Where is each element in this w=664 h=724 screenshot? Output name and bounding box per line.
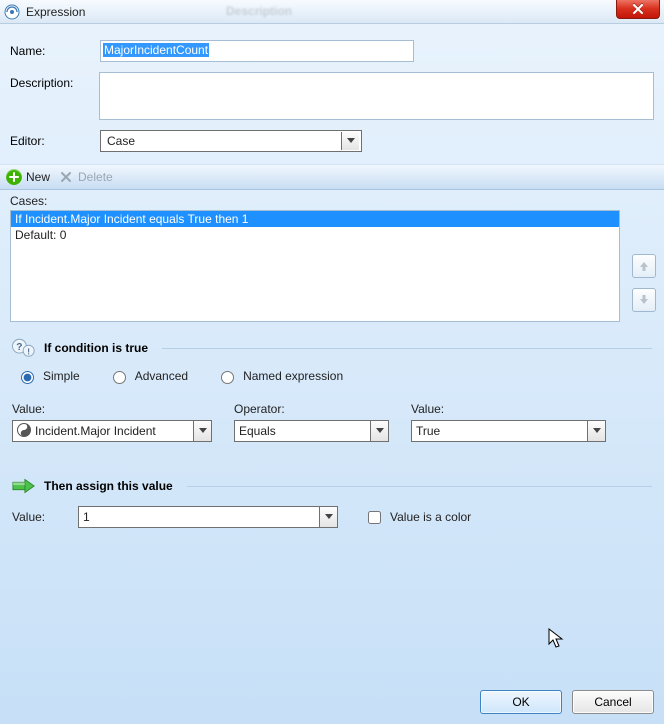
chevron-down-icon — [319, 507, 337, 527]
cond-value-right: True — [416, 424, 440, 438]
arrow-down-icon — [638, 294, 650, 306]
ok-button[interactable]: OK — [480, 690, 562, 714]
case-row[interactable]: Default: 0 — [11, 227, 619, 243]
cond-operator-label: Operator: — [234, 402, 389, 416]
new-button[interactable]: New — [6, 169, 50, 185]
cond-value-left: Incident.Major Incident — [35, 424, 156, 438]
cases-list[interactable]: If Incident.Major Incident equals True t… — [10, 210, 620, 322]
delete-button[interactable]: Delete — [58, 169, 113, 185]
name-input[interactable]: MajorIncidentCount — [100, 40, 414, 62]
yinyang-icon — [17, 423, 31, 440]
cond-value-left-label: Value: — [12, 402, 212, 416]
description-input[interactable] — [99, 72, 654, 120]
editor-select[interactable]: Case — [100, 130, 362, 152]
condition-title: If condition is true — [44, 341, 148, 355]
condition-mode-radios: Simple Advanced Named expression — [16, 368, 652, 384]
assign-title: Then assign this value — [44, 479, 173, 493]
assign-value-select[interactable]: 1 — [78, 506, 338, 528]
cases-toolbar: New Delete — [0, 164, 664, 190]
mouse-cursor — [548, 628, 566, 653]
window-title: Expression — [26, 5, 660, 19]
cond-operator-select[interactable]: Equals — [234, 420, 389, 442]
value-is-color-input[interactable] — [368, 511, 381, 524]
cancel-button[interactable]: Cancel — [572, 690, 654, 714]
dialog-footer: OK Cancel — [0, 680, 664, 724]
delete-label: Delete — [78, 170, 113, 184]
cond-value-right-label: Value: — [411, 402, 606, 416]
new-label: New — [26, 170, 50, 184]
x-icon — [58, 169, 74, 185]
question-bang-icon: ? ! — [12, 338, 36, 358]
title-bar: Expression Description — [0, 0, 664, 24]
assign-value: 1 — [83, 510, 90, 524]
editor-label: Editor: — [10, 130, 100, 148]
cond-operator: Equals — [239, 424, 276, 438]
cond-value-right-select[interactable]: True — [411, 420, 606, 442]
form-area: Name: MajorIncidentCount Description: Ed… — [0, 24, 664, 164]
editor-value: Case — [107, 134, 135, 148]
app-icon — [4, 4, 20, 20]
cases-area: Cases: If Incident.Major Incident equals… — [0, 190, 664, 322]
assign-value-label: Value: — [12, 510, 68, 524]
chevron-down-icon — [341, 132, 359, 150]
divider — [187, 486, 652, 487]
radio-named-input[interactable] — [221, 371, 234, 384]
divider — [162, 348, 652, 349]
assign-section: Then assign this value Value: 1 Value is… — [0, 446, 664, 532]
name-value: MajorIncidentCount — [103, 43, 209, 57]
arrow-up-icon — [638, 260, 650, 272]
close-button[interactable] — [616, 0, 660, 19]
name-label: Name: — [10, 40, 100, 58]
chevron-down-icon — [370, 421, 388, 441]
radio-named[interactable]: Named expression — [216, 368, 343, 384]
radio-advanced[interactable]: Advanced — [108, 368, 188, 384]
move-down-button[interactable] — [632, 288, 656, 312]
description-label: Description: — [10, 72, 99, 90]
svg-text:!: ! — [27, 346, 30, 356]
chevron-down-icon — [193, 421, 211, 441]
value-is-color-label: Value is a color — [390, 510, 471, 524]
close-icon — [632, 4, 644, 14]
case-row[interactable]: If Incident.Major Incident equals True t… — [11, 211, 619, 227]
plus-icon — [6, 169, 22, 185]
radio-simple[interactable]: Simple — [16, 368, 80, 384]
cases-label: Cases: — [10, 194, 654, 208]
header-ghost-text: Description — [226, 4, 292, 18]
chevron-down-icon — [587, 421, 605, 441]
cond-value-left-select[interactable]: Incident.Major Incident — [12, 420, 212, 442]
value-is-color-checkbox[interactable]: Value is a color — [364, 508, 471, 527]
condition-section: ? ! If condition is true Simple Advanced… — [0, 322, 664, 446]
green-arrow-icon — [12, 476, 36, 496]
radio-advanced-input[interactable] — [113, 371, 126, 384]
svg-text:?: ? — [16, 342, 22, 353]
radio-simple-input[interactable] — [21, 371, 34, 384]
move-up-button[interactable] — [632, 254, 656, 278]
